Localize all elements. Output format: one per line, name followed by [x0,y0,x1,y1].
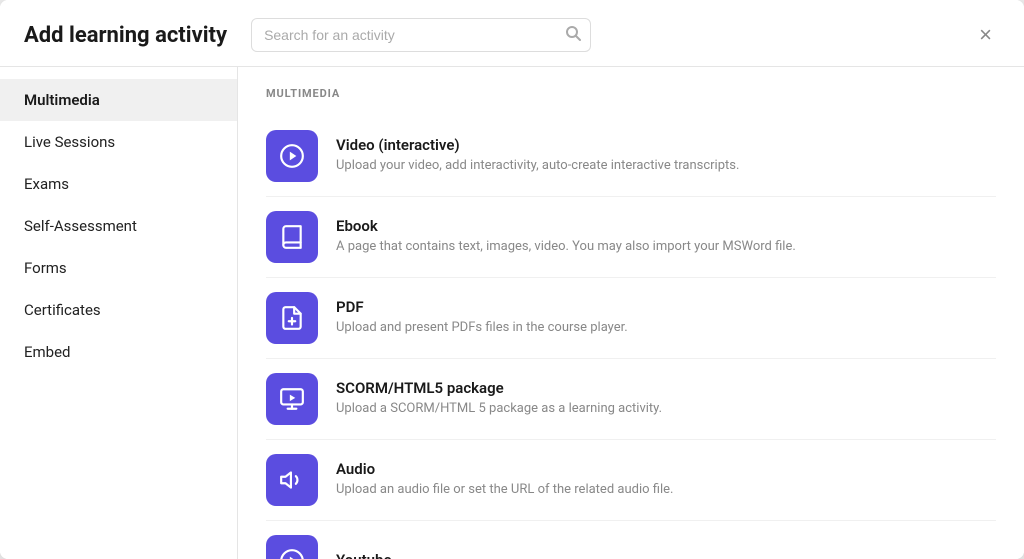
sidebar-item-live-sessions[interactable]: Live Sessions [0,121,237,163]
activity-desc: A page that contains text, images, video… [336,238,996,256]
activity-item-pdf[interactable]: PDF Upload and present PDFs files in the… [266,278,996,359]
activity-item-video-interactive[interactable]: Video (interactive) Upload your video, a… [266,116,996,197]
sidebar: MultimediaLive SessionsExamsSelf-Assessm… [0,67,238,559]
activity-item-youtube[interactable]: Youtube [266,521,996,559]
activity-list: Video (interactive) Upload your video, a… [266,116,996,559]
sidebar-item-exams[interactable]: Exams [0,163,237,205]
activity-name: Video (interactive) [336,136,996,154]
ebook-icon [266,211,318,263]
search-wrapper [251,18,591,52]
close-button[interactable]: × [971,20,1000,50]
activity-desc: Upload and present PDFs files in the cou… [336,319,996,337]
sidebar-item-embed[interactable]: Embed [0,331,237,373]
activity-name: Youtube [336,551,996,559]
modal-title: Add learning activity [24,23,227,48]
sidebar-item-self-assessment[interactable]: Self-Assessment [0,205,237,247]
sidebar-item-forms[interactable]: Forms [0,247,237,289]
search-input[interactable] [251,18,591,52]
scorm-icon [266,373,318,425]
activity-desc: Upload your video, add interactivity, au… [336,157,996,175]
activity-name: PDF [336,298,996,316]
activity-desc: Upload an audio file or set the URL of t… [336,481,996,499]
activity-desc: Upload a SCORM/HTML 5 package as a learn… [336,400,996,418]
activity-name: Audio [336,460,996,478]
content-area: MULTIMEDIA Video (interactive) Upload yo… [238,67,1024,559]
activity-name: SCORM/HTML5 package [336,379,996,397]
activity-item-ebook[interactable]: Ebook A page that contains text, images,… [266,197,996,278]
pdf-icon [266,292,318,344]
sidebar-item-certificates[interactable]: Certificates [0,289,237,331]
activity-name: Ebook [336,217,996,235]
audio-icon [266,454,318,506]
activity-item-audio[interactable]: Audio Upload an audio file or set the UR… [266,440,996,521]
video-icon [266,130,318,182]
activity-item-scorm[interactable]: SCORM/HTML5 package Upload a SCORM/HTML … [266,359,996,440]
add-learning-activity-modal: Add learning activity × MultimediaLive S… [0,0,1024,559]
modal-body: MultimediaLive SessionsExamsSelf-Assessm… [0,67,1024,559]
modal-header: Add learning activity × [0,0,1024,67]
video-icon [266,535,318,559]
section-label: MULTIMEDIA [266,87,996,100]
sidebar-item-multimedia[interactable]: Multimedia [0,79,237,121]
